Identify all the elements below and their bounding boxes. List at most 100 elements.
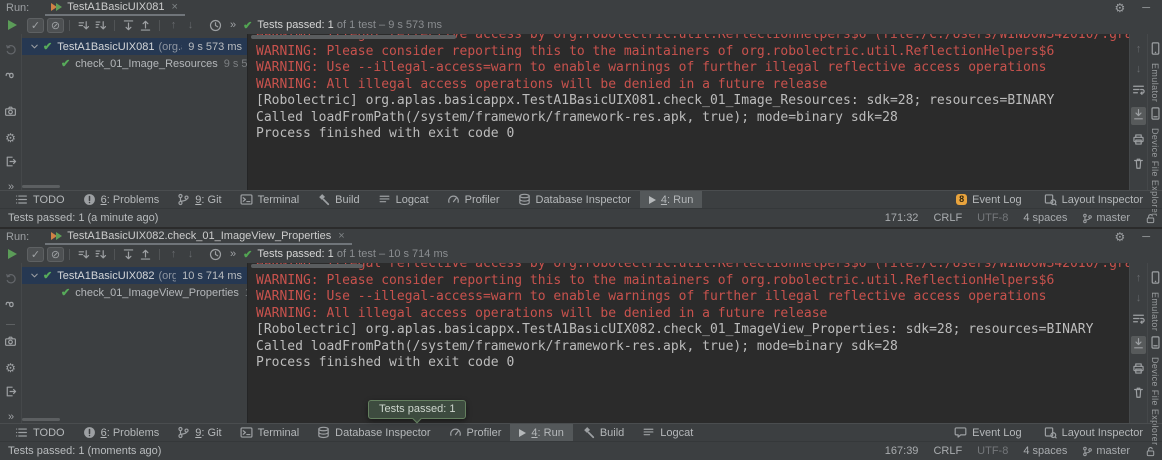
- line-ending[interactable]: CRLF: [933, 445, 962, 457]
- toolwindow-logcat[interactable]: Logcat: [633, 424, 702, 441]
- test-console[interactable]: WARNING: Illegal reflective access by or…: [247, 34, 1129, 190]
- toolwindow-problems[interactable]: 6: Problems: [74, 191, 169, 208]
- toolwindow-database-inspector[interactable]: Database Inspector: [509, 191, 640, 208]
- device-file-explorer-icon[interactable]: [1149, 107, 1162, 123]
- close-icon[interactable]: ×: [338, 230, 344, 242]
- file-encoding[interactable]: UTF-8: [977, 445, 1008, 457]
- import-test-results-icon[interactable]: [4, 385, 17, 401]
- layout-inspector-button[interactable]: Layout Inspector: [1035, 191, 1152, 208]
- rerun-failed-tests-icon[interactable]: [4, 272, 17, 288]
- test-history-icon[interactable]: [207, 18, 224, 33]
- more-actions-icon[interactable]: »: [230, 19, 235, 31]
- toggle-auto-test-icon[interactable]: [4, 298, 17, 314]
- previous-occurrence-icon[interactable]: ↑: [165, 18, 182, 33]
- test-case-row[interactable]: ✔ check_01_Image_Resources 9 s 573 ms: [22, 55, 247, 72]
- show-passed-toggle[interactable]: ✓: [27, 18, 44, 33]
- scroll-down-icon[interactable]: ↓: [1136, 292, 1142, 304]
- sort-alphabetically-icon[interactable]: [75, 18, 92, 33]
- screenshot-icon[interactable]: [4, 105, 17, 121]
- close-icon[interactable]: ×: [171, 1, 177, 13]
- emulator-phone-icon[interactable]: [1149, 271, 1162, 287]
- rerun-failed-tests-icon[interactable]: [4, 43, 17, 59]
- toolwindow-problems[interactable]: 6: Problems: [74, 424, 169, 441]
- gear-icon[interactable]: ⚙: [1114, 232, 1125, 242]
- screenshot-icon[interactable]: [4, 335, 17, 351]
- unlocked-padlock-icon[interactable]: [1145, 446, 1156, 457]
- soft-wrap-icon[interactable]: [1132, 83, 1145, 99]
- gear-icon[interactable]: ⚙: [1114, 3, 1125, 13]
- tree-horizontal-scrollbar[interactable]: [22, 418, 60, 421]
- test-settings-gear-icon[interactable]: ⚙: [5, 361, 16, 375]
- emulator-phone-icon[interactable]: [1149, 42, 1162, 58]
- toolwindow-database-inspector[interactable]: Database Inspector: [308, 424, 439, 441]
- collapse-all-icon[interactable]: [137, 247, 154, 262]
- sort-by-duration-icon[interactable]: [92, 247, 109, 262]
- scroll-to-end-icon[interactable]: [1131, 336, 1146, 354]
- status-message[interactable]: Tests passed: 1 (moments ago): [8, 445, 161, 457]
- toolwindow-terminal[interactable]: Terminal: [231, 424, 309, 441]
- line-ending[interactable]: CRLF: [933, 212, 962, 224]
- toolwindow-emulator[interactable]: Emulator: [1150, 63, 1160, 102]
- git-branch-widget[interactable]: master: [1082, 212, 1130, 224]
- test-suite-row[interactable]: ✔ TestA1BasicUIX082 (org.aplas.basicappx…: [22, 267, 247, 284]
- chevron-down-icon[interactable]: [29, 41, 40, 52]
- indent-setting[interactable]: 4 spaces: [1023, 212, 1067, 224]
- hide-panel-icon[interactable]: ─: [1142, 231, 1150, 243]
- rerun-tests-button[interactable]: [4, 247, 21, 262]
- tree-horizontal-scrollbar[interactable]: [22, 185, 60, 188]
- toolwindow-profiler[interactable]: Profiler: [440, 424, 511, 441]
- run-tab-testa1basicuix082[interactable]: TestA1BasicUIX082.check_01_ImageView_Pro…: [45, 229, 351, 245]
- show-ignored-toggle[interactable]: ⊘: [47, 18, 64, 33]
- test-console[interactable]: WARNING: Illegal reflective access by or…: [247, 263, 1129, 423]
- expand-all-icon[interactable]: [120, 247, 137, 262]
- test-suite-row[interactable]: ✔ TestA1BasicUIX081 (org.aplas.basicappx…: [22, 38, 247, 55]
- chevron-down-icon[interactable]: [29, 270, 40, 281]
- scroll-to-end-icon[interactable]: [1131, 107, 1146, 125]
- print-icon[interactable]: [1132, 362, 1145, 378]
- clear-console-trash-icon[interactable]: [1132, 386, 1145, 402]
- show-ignored-toggle[interactable]: ⊘: [47, 247, 64, 262]
- sort-alphabetically-icon[interactable]: [75, 247, 92, 262]
- git-branch-widget[interactable]: master: [1082, 445, 1130, 457]
- layout-inspector-button[interactable]: Layout Inspector: [1035, 424, 1152, 441]
- run-tab-testa1basicuix081[interactable]: TestA1BasicUIX081 ×: [45, 0, 185, 16]
- toolwindow-run[interactable]: 4: Run: [510, 424, 572, 441]
- left-more-icon[interactable]: »: [8, 411, 13, 423]
- toolwindow-emulator[interactable]: Emulator: [1150, 292, 1160, 331]
- toolwindow-run[interactable]: 4: Run: [640, 191, 702, 208]
- console-horizontal-scrollbar[interactable]: [251, 264, 363, 268]
- toolwindow-build[interactable]: Build: [308, 191, 368, 208]
- toolwindow-logcat[interactable]: Logcat: [369, 191, 438, 208]
- more-actions-icon[interactable]: »: [230, 248, 235, 260]
- device-file-explorer-icon[interactable]: [1149, 336, 1162, 352]
- scroll-down-icon[interactable]: ↓: [1136, 63, 1142, 75]
- stop-icon[interactable]: [6, 324, 15, 325]
- toolwindow-todo[interactable]: TODO: [6, 191, 74, 208]
- status-message[interactable]: Tests passed: 1 (a minute ago): [8, 212, 158, 224]
- test-case-row[interactable]: ✔ check_01_ImageView_Properties 10 s 714…: [22, 284, 247, 301]
- file-encoding[interactable]: UTF-8: [977, 212, 1008, 224]
- import-test-results-icon[interactable]: [4, 155, 17, 171]
- caret-position[interactable]: 167:39: [885, 445, 919, 457]
- toggle-auto-test-icon[interactable]: [4, 69, 17, 85]
- scroll-up-icon[interactable]: ↑: [1136, 272, 1142, 284]
- toolwindow-todo[interactable]: TODO: [6, 424, 74, 441]
- previous-occurrence-icon[interactable]: ↑: [165, 247, 182, 262]
- toolwindow-git[interactable]: 9: Git: [168, 191, 230, 208]
- toolwindow-build[interactable]: Build: [573, 424, 633, 441]
- next-occurrence-icon[interactable]: ↓: [182, 18, 199, 33]
- indent-setting[interactable]: 4 spaces: [1023, 445, 1067, 457]
- expand-all-icon[interactable]: [120, 18, 137, 33]
- unlocked-padlock-icon[interactable]: [1145, 213, 1156, 224]
- print-icon[interactable]: [1132, 133, 1145, 149]
- test-settings-gear-icon[interactable]: ⚙: [5, 131, 16, 145]
- toolwindow-profiler[interactable]: Profiler: [438, 191, 509, 208]
- clear-console-trash-icon[interactable]: [1132, 157, 1145, 173]
- show-passed-toggle[interactable]: ✓: [27, 247, 44, 262]
- rerun-tests-button[interactable]: [4, 18, 21, 33]
- toolwindow-git[interactable]: 9: Git: [168, 424, 230, 441]
- sort-by-duration-icon[interactable]: [92, 18, 109, 33]
- event-log-button[interactable]: Event Log: [945, 424, 1031, 441]
- scroll-up-icon[interactable]: ↑: [1136, 43, 1142, 55]
- hide-panel-icon[interactable]: ─: [1142, 2, 1150, 14]
